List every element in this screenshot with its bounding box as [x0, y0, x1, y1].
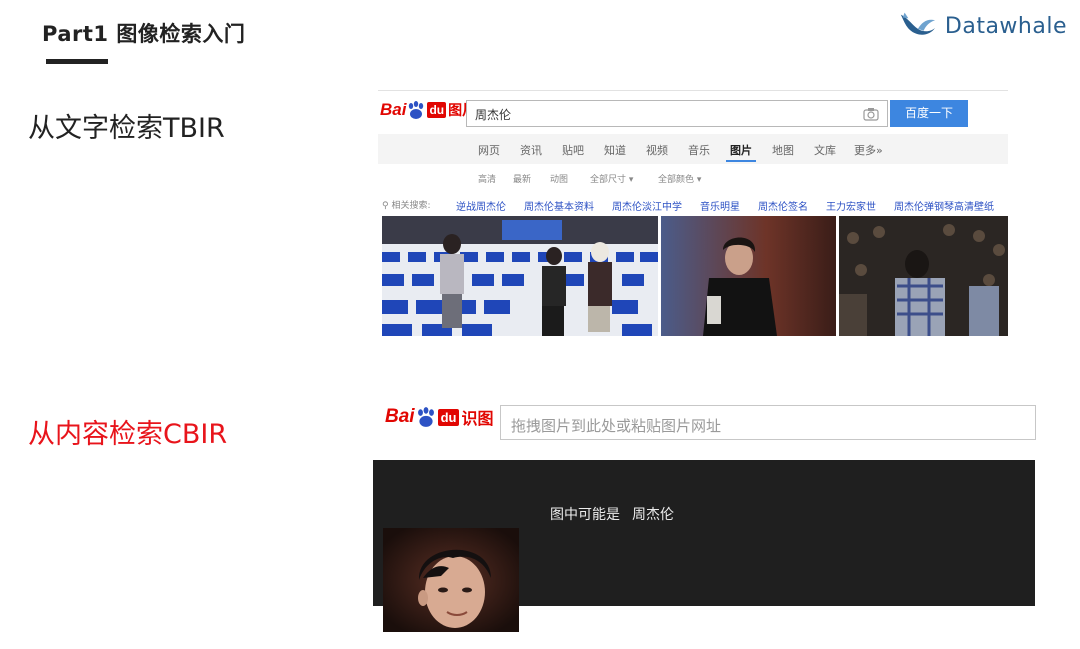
slide-title: Part1 图像检索入门 — [42, 22, 246, 46]
nav-item-images[interactable]: 图片 — [730, 142, 752, 158]
nav-item-wenku[interactable]: 文库 — [814, 142, 836, 158]
cbir-label: 从内容检索CBIR — [28, 419, 228, 450]
category-nav: 网页 资讯 贴吧 知道 视频 音乐 图片 地图 文库 更多» — [378, 134, 1008, 164]
result-prefix: 图中可能是 — [550, 507, 620, 523]
nav-item-zhidao[interactable]: 知道 — [604, 142, 626, 158]
result-image[interactable] — [382, 216, 658, 336]
related-link[interactable]: 逆战周杰伦 — [456, 198, 506, 213]
related-link[interactable]: 周杰伦签名 — [758, 198, 808, 213]
nav-item-news[interactable]: 资讯 — [520, 142, 542, 158]
datawhale-logo: Datawhale — [897, 6, 1067, 46]
logo-badge: du — [437, 408, 460, 426]
filter-animated[interactable]: 动图 — [550, 172, 568, 185]
nav-item-web[interactable]: 网页 — [478, 142, 500, 158]
result-image[interactable] — [661, 216, 836, 336]
input-placeholder: 拖拽图片到此处或粘贴图片网址 — [511, 417, 722, 435]
related-link[interactable]: 周杰伦淡江中学 — [612, 198, 682, 213]
search-input[interactable]: 周杰伦 — [466, 100, 888, 127]
logo-badge: du — [427, 102, 447, 118]
related-link[interactable]: 音乐明星 — [700, 198, 740, 213]
logo-text: Bai — [380, 100, 407, 119]
nav-item-video[interactable]: 视频 — [646, 142, 668, 158]
result-image[interactable] — [839, 216, 1008, 336]
brand-name: Datawhale — [944, 13, 1067, 39]
related-link[interactable]: 周杰伦基本资料 — [524, 198, 594, 213]
baidu-image-logo[interactable]: Bai du 图片 — [380, 100, 476, 120]
filter-size-dropdown[interactable]: 全部尺寸 ▾ — [590, 172, 633, 185]
baidu-shitu-logo[interactable]: Bai du 识图 — [385, 405, 493, 429]
filter-latest[interactable]: 最新 — [513, 172, 531, 185]
camera-icon[interactable] — [863, 107, 879, 121]
divider — [378, 90, 1008, 91]
logo-suffix: 识图 — [461, 411, 494, 428]
filter-hd[interactable]: 高清 — [478, 172, 496, 185]
tbir-label: 从文字检索TBIR — [28, 113, 225, 144]
title-underline — [46, 59, 108, 64]
baidu-paw-icon — [409, 101, 424, 119]
search-query: 周杰伦 — [475, 108, 512, 122]
tbir-screenshot: Bai du 图片 周杰伦 百度一下 网页 资讯 贴吧 知道 视频 音乐 图片 … — [378, 90, 1008, 340]
active-tab-indicator — [726, 160, 756, 162]
related-link[interactable]: 王力宏家世 — [826, 198, 876, 213]
query-face-image — [383, 528, 519, 632]
filter-row: 高清 最新 动图 全部尺寸 ▾ 全部颜色 ▾ — [378, 172, 1008, 188]
baidu-paw-icon — [417, 407, 434, 427]
related-searches: ⚲ 相关搜索: 逆战周杰伦 周杰伦基本资料 周杰伦淡江中学 音乐明星 周杰伦签名… — [378, 198, 1008, 214]
image-results — [382, 216, 1008, 338]
nav-item-tieba[interactable]: 贴吧 — [562, 142, 584, 158]
nav-item-more[interactable]: 更多» — [854, 142, 883, 158]
result-name[interactable]: 周杰伦 — [632, 507, 674, 523]
nav-item-map[interactable]: 地图 — [772, 142, 794, 158]
nav-item-music[interactable]: 音乐 — [688, 142, 710, 158]
related-label: ⚲ 相关搜索: — [382, 201, 431, 211]
related-link[interactable]: 周杰伦弹钢琴高清壁纸 — [894, 198, 994, 213]
image-url-input[interactable]: 拖拽图片到此处或粘贴图片网址 — [500, 405, 1036, 440]
result-text: 图中可能是 周杰伦 — [550, 504, 674, 524]
filter-color-dropdown[interactable]: 全部颜色 ▾ — [658, 172, 701, 185]
search-button[interactable]: 百度一下 — [890, 100, 968, 127]
logo-text: Bai — [385, 406, 415, 427]
whale-icon — [900, 12, 936, 35]
